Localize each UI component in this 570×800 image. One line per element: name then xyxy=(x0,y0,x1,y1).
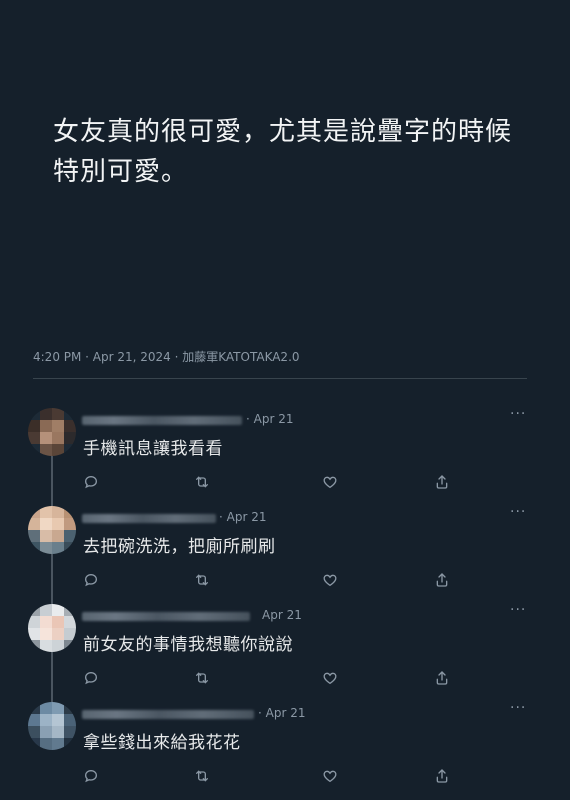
blurred-username[interactable] xyxy=(82,416,242,425)
like-icon[interactable] xyxy=(320,570,340,590)
tweet-meta[interactable]: 4:20 PM · Apr 21, 2024 · 加藤軍KATOTAKA2.0 xyxy=(33,348,300,365)
share-icon[interactable] xyxy=(432,766,452,786)
blurred-username[interactable] xyxy=(82,612,250,621)
more-icon[interactable]: ··· xyxy=(510,406,526,422)
reply-date[interactable]: · Apr 21 xyxy=(246,412,293,426)
reply-icon[interactable] xyxy=(81,570,101,590)
more-icon[interactable]: ··· xyxy=(510,602,526,618)
reply-actions xyxy=(0,668,570,688)
reply-item[interactable]: · Apr 21 ··· 去把碗洗洗，把廁所刷刷 xyxy=(0,504,570,604)
avatar[interactable] xyxy=(28,604,76,652)
reply-text: 拿些錢出來給我花花 xyxy=(83,733,241,753)
reply-actions xyxy=(0,570,570,590)
like-icon[interactable] xyxy=(320,766,340,786)
more-icon[interactable]: ··· xyxy=(510,504,526,520)
reply-date[interactable]: · Apr 21 xyxy=(219,510,266,524)
like-icon[interactable] xyxy=(320,668,340,688)
share-icon[interactable] xyxy=(432,570,452,590)
reply-text: 去把碗洗洗，把廁所刷刷 xyxy=(83,537,276,557)
reply-icon[interactable] xyxy=(81,766,101,786)
divider xyxy=(33,378,527,379)
blurred-username[interactable] xyxy=(82,514,216,523)
tweet-text: 女友真的很可愛，尤其是說疊字的時候特別可愛。 xyxy=(53,117,513,187)
reply-actions xyxy=(0,472,570,492)
reply-text: 手機訊息讓我看看 xyxy=(83,439,223,459)
retweet-icon[interactable] xyxy=(192,570,212,590)
reply-item[interactable]: Apr 21 ··· 前女友的事情我想聽你說說 xyxy=(0,602,570,702)
reply-date[interactable]: · Apr 21 xyxy=(258,706,305,720)
reply-icon[interactable] xyxy=(81,472,101,492)
reply-text: 前女友的事情我想聽你說說 xyxy=(83,635,293,655)
reply-actions xyxy=(0,766,570,786)
retweet-icon[interactable] xyxy=(192,668,212,688)
reply-date[interactable]: Apr 21 xyxy=(262,608,302,622)
reply-item[interactable]: · Apr 21 ··· 手機訊息讓我看看 xyxy=(0,406,570,506)
like-icon[interactable] xyxy=(320,472,340,492)
share-icon[interactable] xyxy=(432,472,452,492)
retweet-icon[interactable] xyxy=(192,472,212,492)
blurred-username[interactable] xyxy=(82,710,254,719)
share-icon[interactable] xyxy=(432,668,452,688)
more-icon[interactable]: ··· xyxy=(510,700,526,716)
reply-icon[interactable] xyxy=(81,668,101,688)
avatar[interactable] xyxy=(28,408,76,456)
avatar[interactable] xyxy=(28,702,76,750)
reply-item[interactable]: · Apr 21 ··· 拿些錢出來給我花花 xyxy=(0,700,570,800)
retweet-icon[interactable] xyxy=(192,766,212,786)
avatar[interactable] xyxy=(28,506,76,554)
